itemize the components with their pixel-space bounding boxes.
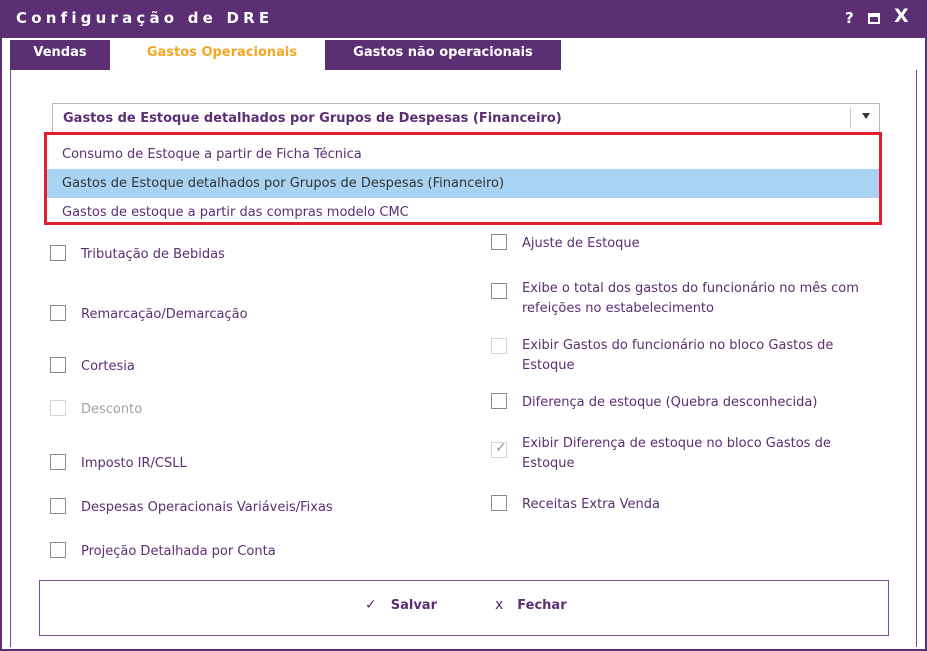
checkbox-gastos-funcionario-refeicoes[interactable]: Exibe o total dos gastos do funcionário … [491,279,891,319]
checkbox-imposto-ir-csll[interactable]: Imposto IR/CSLL [50,454,450,474]
checkbox-desconto: Desconto [50,400,450,420]
option-consumo-ficha-tecnica[interactable]: Consumo de Estoque a partir de Ficha Téc… [47,140,879,169]
checkbox-label: Receitas Extra Venda [522,497,660,512]
x-icon: x [495,597,504,613]
checkbox[interactable] [50,498,66,514]
checkbox[interactable] [491,495,507,511]
dre-config-window: Configuração de DRE ? X Vendas Gastos Op… [0,0,927,651]
check-icon: ✓ [365,597,377,613]
close-label: Fechar [517,598,567,613]
checkbox-cortesia[interactable]: Cortesia [50,357,450,377]
checkbox-label: Exibir Gastos do funcionário no bloco Ga… [522,338,834,373]
checkbox-diferenca-estoque-bloco: ✓ Exibir Diferença de estoque no bloco G… [491,434,891,474]
checkbox-despesas-operacionais[interactable]: Despesas Operacionais Variáveis/Fixas [50,498,450,518]
checkbox[interactable] [50,305,66,321]
checkbox-label: Despesas Operacionais Variáveis/Fixas [81,500,333,515]
save-label: Salvar [390,598,437,613]
checkbox-label: Ajuste de Estoque [522,236,640,251]
tab-vendas[interactable]: Vendas [10,40,110,70]
checkbox [491,338,507,354]
select-divider [850,108,851,128]
checkbox[interactable] [50,245,66,261]
checkbox-label: Exibe o total dos gastos do funcionário … [522,281,859,316]
maximize-button[interactable] [868,13,880,24]
help-button[interactable]: ? [845,9,854,27]
checkbox-gastos-funcionario-bloco: Exibir Gastos do funcionário no bloco Ga… [491,336,891,376]
checkbox[interactable] [50,357,66,373]
tab-gastos-nao-operacionais[interactable]: Gastos não operacionais [325,40,561,70]
checkbox-diferenca-estoque[interactable]: Diferença de estoque (Quebra desconhecid… [491,393,891,413]
checkbox[interactable] [491,283,507,299]
window-title: Configuração de DRE [16,9,274,27]
check-icon: ✓ [495,440,507,456]
checkbox-remarcacao[interactable]: Remarcação/Demarcação [50,305,450,325]
checkbox-ajuste-estoque[interactable]: Ajuste de Estoque [491,234,891,254]
checkbox-label: Diferença de estoque (Quebra desconhecid… [522,395,818,410]
checkbox[interactable] [491,393,507,409]
close-button[interactable]: x Fechar [495,597,567,613]
checkbox-label: Exibir Diferença de estoque no bloco Gas… [522,436,831,471]
checkbox-label: Remarcação/Demarcação [81,307,248,322]
checkbox-label: Cortesia [81,359,135,374]
checkbox-label: Desconto [81,402,143,417]
option-grupos-despesas[interactable]: Gastos de Estoque detalhados por Grupos … [47,169,879,198]
checkbox [50,400,66,416]
title-bar: Configuração de DRE ? X [2,0,925,38]
checkbox-label: Projeção Detalhada por Conta [81,544,276,559]
tab-gastos-operacionais[interactable]: Gastos Operacionais [122,40,322,70]
checkbox-label: Tributação de Bebidas [81,247,225,262]
checkbox[interactable] [50,542,66,558]
option-compras-cmc[interactable]: Gastos de estoque a partir das compras m… [47,198,879,227]
checkbox: ✓ [491,440,507,458]
checkbox-label: Imposto IR/CSLL [81,456,187,471]
footer-actions: ✓ Salvar x Fechar [39,580,889,636]
chevron-down-icon[interactable] [862,113,870,119]
close-window-button[interactable]: X [894,5,909,27]
save-button[interactable]: ✓ Salvar [365,597,437,613]
checkbox-tributacao-bebidas[interactable]: Tributação de Bebidas [50,245,450,265]
checkbox[interactable] [50,454,66,470]
stock-expenses-select[interactable]: Gastos de Estoque detalhados por Grupos … [52,103,880,133]
checkbox[interactable] [491,234,507,250]
checkbox-receitas-extra-venda[interactable]: Receitas Extra Venda [491,495,891,515]
checkbox-projecao-detalhada[interactable]: Projeção Detalhada por Conta [50,542,450,562]
select-dropdown-list: Consumo de Estoque a partir de Ficha Téc… [44,132,882,225]
select-value: Gastos de Estoque detalhados por Grupos … [63,111,562,126]
